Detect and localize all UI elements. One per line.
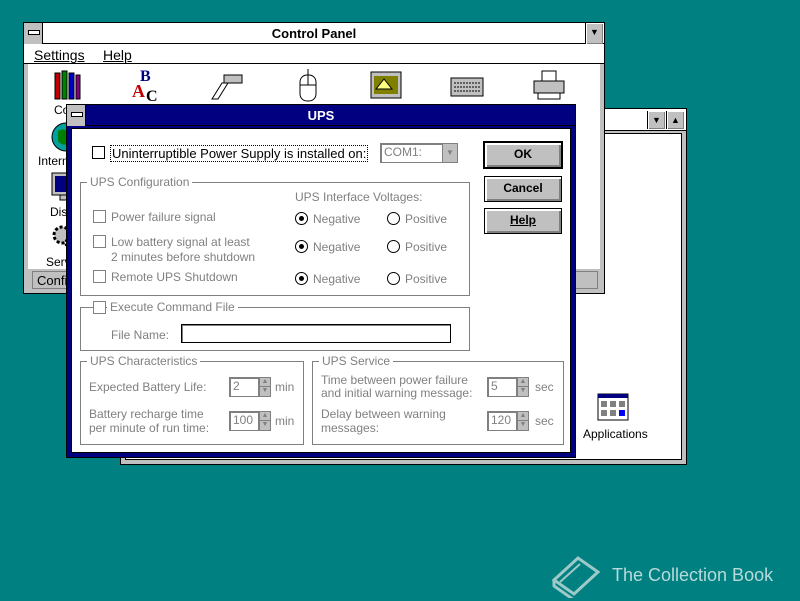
time-between-unit: sec — [535, 380, 554, 394]
low-battery-positive-label: Positive — [405, 240, 448, 254]
ups-characteristics-group: UPS Characteristics Expected Battery Lif… — [80, 354, 304, 445]
ups-configuration-group: UPS Configuration UPS Interface Voltages… — [80, 175, 470, 296]
status-text: Confi — [37, 273, 68, 288]
time-between-input[interactable]: 5 — [487, 377, 517, 397]
ups-installed-checkbox[interactable] — [92, 146, 105, 159]
mouse-icon[interactable] — [296, 69, 320, 106]
keyboard-icon[interactable] — [450, 75, 484, 102]
low-battery-positive-radio[interactable] — [387, 240, 400, 253]
time-between-down-icon[interactable]: ▼ — [518, 387, 528, 396]
recharge-spinner[interactable]: ▲ ▼ — [259, 411, 271, 431]
power-failure-label: Power failure signal — [111, 210, 216, 224]
interface-voltages-title: UPS Interface Voltages: — [295, 190, 423, 204]
ups-configuration-title: UPS Configuration — [87, 175, 193, 189]
ups-service-group: UPS Service Time between power failure a… — [312, 354, 564, 445]
svg-text:A: A — [132, 81, 145, 101]
ups-dialog-titlebar[interactable]: UPS — [67, 105, 575, 126]
ok-button[interactable]: OK — [483, 141, 563, 169]
ups-dialog: UPS Uninterruptible Power Supply is inst… — [66, 104, 576, 458]
file-name-input[interactable] — [181, 324, 451, 343]
time-between-label-line2: and initial warning message: — [321, 386, 473, 400]
battery-life-label: Expected Battery Life: — [89, 380, 207, 394]
power-failure-negative-label: Negative — [313, 212, 361, 226]
low-battery-label-line2: 2 minutes before shutdown — [111, 250, 256, 264]
remote-shutdown-positive-label: Positive — [405, 272, 448, 286]
cancel-button[interactable]: Cancel — [484, 176, 562, 202]
fonts-icon[interactable]: B A C — [128, 67, 164, 106]
maximize-button[interactable]: ▲ — [666, 111, 684, 129]
applications-label: Applications — [583, 427, 648, 441]
applications-icon[interactable] — [597, 393, 629, 421]
desktop-icon[interactable] — [370, 71, 404, 104]
menu-settings[interactable]: Settings — [34, 47, 85, 63]
time-between-up-icon[interactable]: ▲ — [518, 378, 528, 387]
low-battery-label: Low battery signal at least — [111, 235, 250, 249]
printers-icon[interactable] — [532, 69, 566, 104]
ups-system-menu-icon[interactable] — [67, 105, 86, 126]
power-failure-checkbox[interactable] — [93, 210, 106, 223]
execute-command-title: Execute Command File — [107, 300, 238, 314]
recharge-up-icon[interactable]: ▲ — [260, 412, 270, 421]
power-failure-negative-radio[interactable] — [295, 212, 308, 225]
delay-between-down-icon[interactable]: ▼ — [518, 421, 528, 430]
file-name-label: File Name: — [111, 328, 170, 342]
recharge-down-icon[interactable]: ▼ — [260, 421, 270, 430]
ups-installed-label[interactable]: Uninterruptible Power Supply is installe… — [110, 145, 369, 162]
menu-help[interactable]: Help — [103, 47, 132, 63]
remote-shutdown-negative-label: Negative — [313, 272, 361, 286]
delay-between-label: Delay between warning — [321, 407, 446, 421]
minimize-button[interactable]: ▼ — [647, 111, 665, 129]
low-battery-checkbox[interactable] — [93, 235, 106, 248]
delay-between-spinner[interactable]: ▲ ▼ — [517, 411, 529, 431]
delay-between-input[interactable]: 120 — [487, 411, 517, 431]
ups-characteristics-title: UPS Characteristics — [87, 354, 201, 368]
delay-between-up-icon[interactable]: ▲ — [518, 412, 528, 421]
power-failure-positive-radio[interactable] — [387, 212, 400, 225]
battery-life-input[interactable]: 2 — [229, 377, 259, 397]
time-between-label: Time between power failure — [321, 373, 468, 387]
battery-life-up-icon[interactable]: ▲ — [260, 378, 270, 387]
remote-shutdown-positive-radio[interactable] — [387, 272, 400, 285]
watermark-text: The Collection Book — [612, 565, 774, 585]
ups-service-title: UPS Service — [319, 354, 394, 368]
com-port-dropdown-arrow[interactable]: ▼ — [442, 144, 457, 162]
control-panel-titlebar[interactable]: Control Panel — [24, 23, 604, 44]
control-panel-menubar: Settings Help — [24, 44, 604, 64]
execute-command-checkbox[interactable] — [93, 301, 106, 314]
low-battery-negative-radio[interactable] — [295, 240, 308, 253]
display-label: Dis — [50, 205, 68, 219]
control-panel-system-menu-icon[interactable] — [24, 23, 43, 44]
control-panel-minimize-button[interactable]: ▼ — [585, 23, 603, 44]
ports-icon[interactable] — [208, 71, 244, 104]
delay-between-label-line2: messages: — [321, 421, 380, 435]
ups-dialog-title: UPS — [307, 108, 335, 123]
execute-command-group: Execute Command File File Name: — [80, 300, 470, 351]
recharge-input[interactable]: 100 — [229, 411, 259, 431]
battery-life-down-icon[interactable]: ▼ — [260, 387, 270, 396]
recharge-label: Battery recharge time — [89, 407, 204, 421]
power-failure-positive-label: Positive — [405, 212, 448, 226]
recharge-label-line2: per minute of run time: — [89, 421, 210, 435]
remote-shutdown-label: Remote UPS Shutdown — [111, 270, 238, 284]
recharge-unit: min — [275, 414, 295, 428]
low-battery-negative-label: Negative — [313, 240, 361, 254]
battery-life-unit: min — [275, 380, 295, 394]
svg-text:C: C — [146, 88, 158, 103]
ups-dialog-body: Uninterruptible Power Supply is installe… — [71, 128, 571, 453]
battery-life-spinner[interactable]: ▲ ▼ — [259, 377, 271, 397]
color-icon[interactable] — [52, 69, 82, 106]
book-logo-icon — [548, 550, 602, 601]
delay-between-unit: sec — [535, 414, 554, 428]
remote-shutdown-negative-radio[interactable] — [295, 272, 308, 285]
time-between-spinner[interactable]: ▲ ▼ — [517, 377, 529, 397]
control-panel-title: Control Panel — [271, 26, 357, 41]
help-button[interactable]: Help — [484, 208, 562, 234]
remote-shutdown-checkbox[interactable] — [93, 270, 106, 283]
